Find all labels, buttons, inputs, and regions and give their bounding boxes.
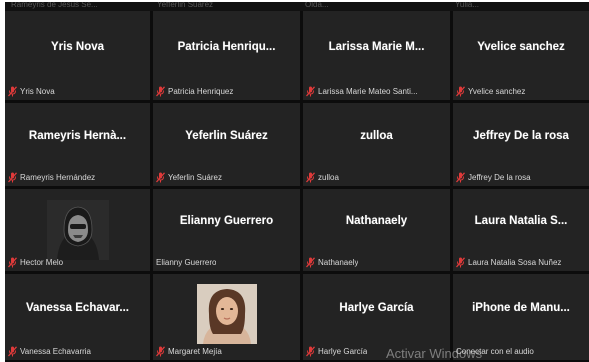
participant-display-name: Yeferlin Suárez (185, 129, 268, 142)
avatar (46, 200, 109, 260)
participant-tile[interactable]: Hector Melo (5, 189, 150, 271)
participant-tile[interactable]: Laura Natalia S... Laura Natalia Sosa Nuñ… (453, 189, 589, 271)
participant-name-tag: Hector Melo (8, 256, 146, 268)
participant-name-label: Yeferlin Suárez (168, 172, 222, 182)
mic-muted-icon (456, 85, 465, 96)
participant-display-name: Larissa Marie M... (328, 40, 425, 53)
participant-name-tag: zulloa (306, 171, 446, 183)
participant-name-label: Yris Nova (20, 86, 55, 96)
video-feed (196, 284, 257, 344)
video-gallery: Rameyris de Jesus Se... Yefferlin Suarez… (5, 2, 589, 362)
mic-muted-icon (8, 85, 17, 96)
participant-name-label: Rameyris Hernández (20, 172, 96, 182)
mic-muted-icon (156, 171, 165, 182)
activation-watermark: Activar Windows (386, 346, 483, 361)
participant-tile[interactable]: zulloa zulloa (303, 103, 450, 186)
participant-display-name: Patricia Henriqu... (177, 40, 276, 53)
participant-name-tag: Elianny Guerrero (156, 256, 296, 268)
participant-display-name: zulloa (360, 129, 393, 142)
participant-display-name: Jeffrey De la rosa (473, 129, 569, 142)
participant-name-label: Margaret Mejía (168, 346, 222, 356)
participant-name-tag: Yeferlin Suárez (156, 171, 296, 183)
mic-muted-icon (306, 256, 315, 267)
participant-name-tag: Patricia Henriquez (156, 85, 296, 97)
participant-name-tag: Larissa Marie Mateo Santi... (306, 85, 446, 97)
top-row-label: Rameyris de Jesus Se... (11, 2, 98, 9)
hooded-figure-avatar (46, 200, 109, 260)
participant-display-name: Harlye García (339, 302, 414, 314)
participant-tile[interactable]: Patricia Henriqu... Patricia Henriquez (153, 11, 300, 100)
participant-tile[interactable]: Larissa Marie M... Larissa Marie Mateo Sa… (303, 11, 450, 100)
participant-name-label: Harlye García (318, 346, 368, 356)
participant-name-label: Larissa Marie Mateo Santi... (318, 86, 418, 96)
mic-muted-icon (306, 171, 315, 182)
participant-tile[interactable]: Vanessa Echavar... Vanessa Echavarria (5, 274, 150, 360)
participant-display-name: Yris Nova (50, 40, 105, 53)
participant-photo (196, 284, 257, 344)
participant-tile[interactable]: Yeferlin Suárez Yeferlin Suárez (153, 103, 300, 186)
participant-name-tag: Margaret Mejía (156, 345, 296, 357)
participant-name-label: Elianny Guerrero (156, 257, 217, 267)
participant-name-tag: Jeffrey De la rosa (456, 171, 585, 183)
participant-tile[interactable]: Jeffrey De la rosa Jeffrey De la rosa (453, 103, 589, 186)
participant-tile[interactable]: Yvelice sanchez Yvelice sanchez (453, 11, 589, 100)
participant-name-label: Jeffrey De la rosa (468, 172, 531, 182)
mic-muted-icon (8, 171, 17, 182)
participant-name-label: Patricia Henriquez (168, 86, 234, 96)
participant-name-label: Nathanaely (318, 257, 359, 267)
participant-name-label: Yvelice sanchez (468, 86, 526, 96)
participant-tile[interactable]: Yris Nova Yris Nova (5, 11, 150, 100)
participant-name-label: Hector Melo (20, 257, 64, 267)
participant-name-tag: Yris Nova (8, 85, 146, 97)
previous-row-strip: Rameyris de Jesus Se... Yefferlin Suarez… (5, 2, 589, 11)
mic-muted-icon (306, 85, 315, 96)
participant-display-name: Elianny Guerrero (179, 215, 274, 227)
top-row-label: Olda... (305, 2, 329, 9)
participant-display-name: Vanessa Echavar... (26, 302, 129, 314)
participant-name-tag: Yvelice sanchez (456, 85, 585, 97)
participant-name-tag: Nathanaely (306, 256, 446, 268)
participant-name-label: Vanessa Echavarria (20, 346, 91, 356)
participant-display-name: Rameyris Hernà... (28, 129, 127, 142)
participant-name-tag: Laura Natalia Sosa Nuñez (456, 256, 585, 268)
participant-name-tag: Vanessa Echavarria (8, 345, 146, 357)
mic-muted-icon (456, 171, 465, 182)
participant-name-tag: Rameyris Hernández (8, 171, 146, 183)
participant-tile[interactable]: Nathanaely Nathanaely (303, 189, 450, 271)
participant-tile[interactable]: Elianny Guerrero Elianny Guerrero (153, 189, 300, 271)
participant-name-label: Laura Natalia Sosa Nuñez (468, 257, 562, 267)
mic-muted-icon (156, 85, 165, 96)
top-row-label: Yefferlin Suarez (157, 2, 214, 9)
mic-muted-icon (8, 256, 17, 267)
participant-display-name: iPhone de Manu... (472, 302, 570, 314)
participant-display-name: Laura Natalia S... (474, 215, 568, 227)
mic-muted-icon (156, 345, 165, 356)
mic-muted-icon (8, 345, 17, 356)
participant-tile[interactable]: Rameyris Hernà... Rameyris Hernández (5, 103, 150, 186)
participant-display-name: Yvelice sanchez (477, 40, 565, 53)
participant-name-label: zulloa (318, 172, 339, 182)
mic-muted-icon (306, 345, 315, 356)
participant-tile[interactable]: Margaret Mejía (153, 274, 300, 360)
top-row-label: Yulia... (455, 2, 480, 9)
mic-muted-icon (456, 256, 465, 267)
participant-display-name: Nathanaely (345, 215, 408, 227)
